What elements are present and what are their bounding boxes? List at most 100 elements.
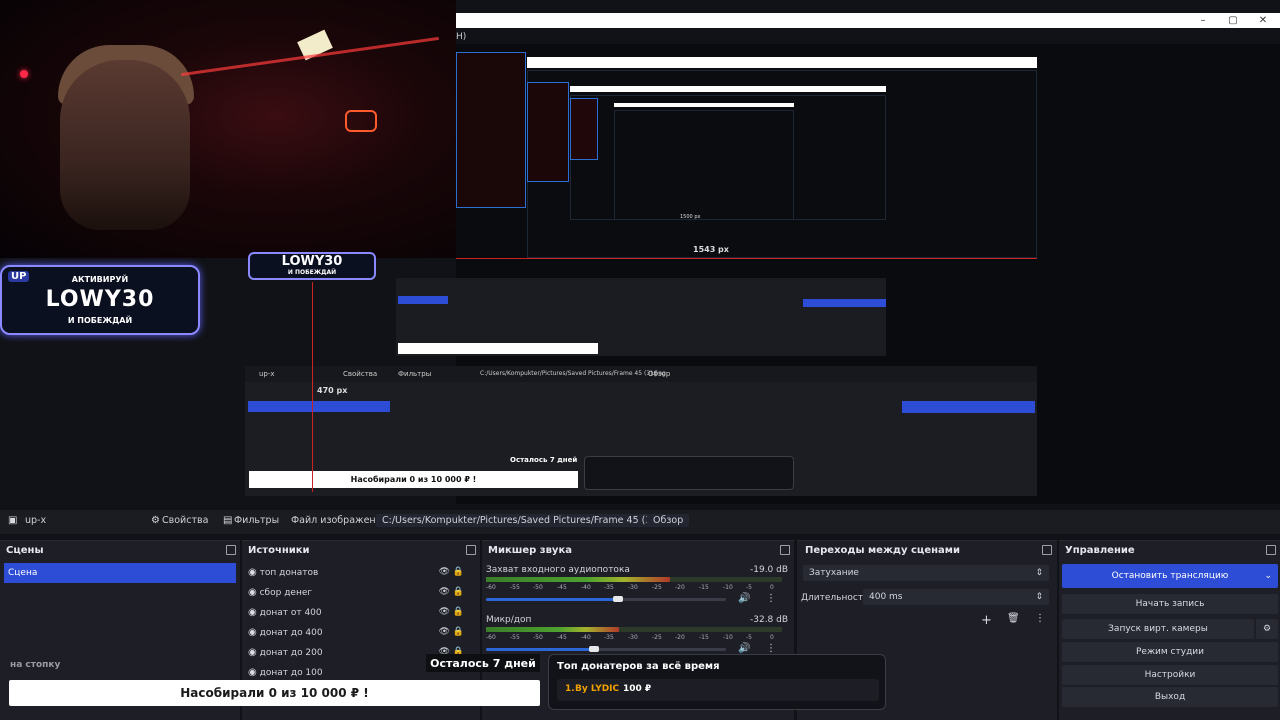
source-label: топ донатов <box>259 568 319 578</box>
tick-label: 0 <box>770 634 774 641</box>
undock-icon[interactable] <box>1042 545 1052 555</box>
promo-code: LOWY30 <box>45 287 155 312</box>
updown-icon: ⇕ <box>1035 592 1043 602</box>
tick-label: -55 <box>510 634 520 641</box>
close-icon[interactable]: ✕ <box>1256 13 1270 27</box>
stop-stream-label: Остановить трансляцию <box>1111 571 1229 581</box>
nested-browse: Обзор <box>648 370 671 378</box>
scenes-title: Сцены <box>6 545 44 556</box>
nested-titlebar <box>527 57 1037 68</box>
tick-label: -45 <box>557 634 567 641</box>
tick-label: -50 <box>533 634 543 641</box>
eye-icon[interactable]: 👁 <box>439 627 450 637</box>
list-item[interactable]: ◉ топ донатов 👁 🔒 <box>248 567 468 578</box>
scene-item[interactable]: Сцена <box>4 563 236 583</box>
tick-label: -5 <box>746 634 752 641</box>
chevron-down-icon[interactable]: ⌄ <box>1264 571 1272 581</box>
tick-label: -45 <box>557 584 567 591</box>
more-icon[interactable]: ⋮ <box>766 593 776 604</box>
image-path-field[interactable]: C:/Users/Kompukter/Pictures/Saved Pictur… <box>376 514 683 527</box>
donor-amount: 100 ₽ <box>623 684 652 694</box>
undock-icon[interactable] <box>466 545 476 555</box>
eye-icon[interactable]: 👁 <box>439 587 450 597</box>
minimize-icon[interactable]: – <box>1196 13 1210 27</box>
neon-dot <box>20 70 28 78</box>
browse-button[interactable]: Обзор <box>647 514 690 527</box>
tick-label: -30 <box>628 584 638 591</box>
gear-icon[interactable]: ⚙ <box>151 515 160 526</box>
nested-filters: Фильтры <box>398 370 432 378</box>
lock-icon[interactable]: 🔒 <box>453 587 464 597</box>
volume-knob[interactable] <box>589 646 599 652</box>
source-name: up-x <box>25 515 47 526</box>
tick-label: -55 <box>510 584 520 591</box>
donor-name: By LYDIC <box>575 684 620 694</box>
nested-properties: Свойства <box>343 370 378 378</box>
tick-label: -20 <box>675 584 685 591</box>
tick-label: -10 <box>723 584 733 591</box>
speaker-icon[interactable]: 🔊 <box>738 643 750 654</box>
guide-line-v <box>312 282 313 492</box>
add-icon[interactable]: + <box>981 613 992 628</box>
tick-label: -60 <box>486 634 496 641</box>
nested-stop-btn-1 <box>902 401 1035 413</box>
lock-icon[interactable]: 🔒 <box>453 627 464 637</box>
start-record-button[interactable]: Начать запись <box>1062 594 1278 614</box>
goal-widget: Насобирали 0 из 10 000 ₽ ! <box>9 680 540 706</box>
controls-title: Управление <box>1065 545 1135 556</box>
nested-preview-3 <box>614 110 794 220</box>
neon-sign <box>345 110 377 132</box>
eye-icon[interactable]: 👁 <box>439 607 450 617</box>
volume-knob[interactable] <box>613 596 623 602</box>
webcam-feed <box>0 0 456 258</box>
menu-fragment: H) <box>456 32 467 42</box>
nested-webcam-2 <box>527 82 569 182</box>
more-icon[interactable]: ⋮ <box>1035 613 1045 624</box>
gear-icon[interactable]: ⚙ <box>1256 619 1278 639</box>
tick-label: -30 <box>628 634 638 641</box>
obs-window: – ▢ ✕ H) up-x Свойства Фильтры C:/Users/… <box>0 0 1280 720</box>
undock-icon[interactable] <box>226 545 236 555</box>
transition-select[interactable]: Затухание ⇕ <box>803 565 1049 581</box>
exit-button[interactable]: Выход <box>1062 687 1278 707</box>
tick-label: -20 <box>675 634 685 641</box>
settings-button[interactable]: Настройки <box>1062 665 1278 685</box>
undock-icon[interactable] <box>780 545 790 555</box>
tick-label: -50 <box>533 584 543 591</box>
stop-stream-button[interactable]: Остановить трансляцию ⌄ <box>1062 564 1278 588</box>
undock-icon[interactable] <box>1266 545 1276 555</box>
lock-icon[interactable]: 🔒 <box>453 607 464 617</box>
trash-icon[interactable]: 🗑 <box>1007 613 1020 624</box>
filter-icon[interactable]: ▤ <box>223 515 232 526</box>
studio-mode-button[interactable]: Режим студии <box>1062 642 1278 662</box>
tick-label: -25 <box>652 634 662 641</box>
tick-label: -40 <box>581 584 591 591</box>
nested-stop-btn-2 <box>803 299 886 307</box>
volume-fill <box>486 648 594 651</box>
nested-topdon-1 <box>584 456 794 490</box>
more-icon[interactable]: ⋮ <box>766 643 776 654</box>
duration-field[interactable]: 400 ms ⇕ <box>863 589 1049 605</box>
properties-button[interactable]: Свойства <box>162 515 208 526</box>
transitions-title: Переходы между сценами <box>805 545 960 556</box>
nested-titlebar-3 <box>614 103 794 107</box>
tick-label: -15 <box>699 634 709 641</box>
source-label: сбор денег <box>259 588 313 598</box>
updown-icon: ⇕ <box>1035 568 1043 578</box>
list-item[interactable]: ◉ донат от 400 👁 🔒 <box>248 607 468 618</box>
eye-icon[interactable]: 👁 <box>439 567 450 577</box>
filters-button[interactable]: Фильтры <box>234 515 279 526</box>
list-item[interactable]: ◉ донат до 400 👁 🔒 <box>248 627 468 638</box>
duration-value: 400 ms <box>869 592 903 602</box>
speaker-icon[interactable]: 🔊 <box>738 593 750 604</box>
virtual-cam-button[interactable]: Запуск вирт. камеры <box>1062 619 1254 639</box>
maximize-icon[interactable]: ▢ <box>1226 13 1240 27</box>
list-item[interactable]: ◉ сбор денег 👁 🔒 <box>248 587 468 598</box>
tick-label: 0 <box>770 584 774 591</box>
source-label: донат до 100 <box>259 668 323 678</box>
tick-label: -10 <box>723 634 733 641</box>
tick-label: -35 <box>604 634 614 641</box>
lock-icon[interactable]: 🔒 <box>453 567 464 577</box>
guide-line-h <box>456 258 1037 259</box>
days-left-widget: Осталось 7 дней <box>426 654 540 672</box>
